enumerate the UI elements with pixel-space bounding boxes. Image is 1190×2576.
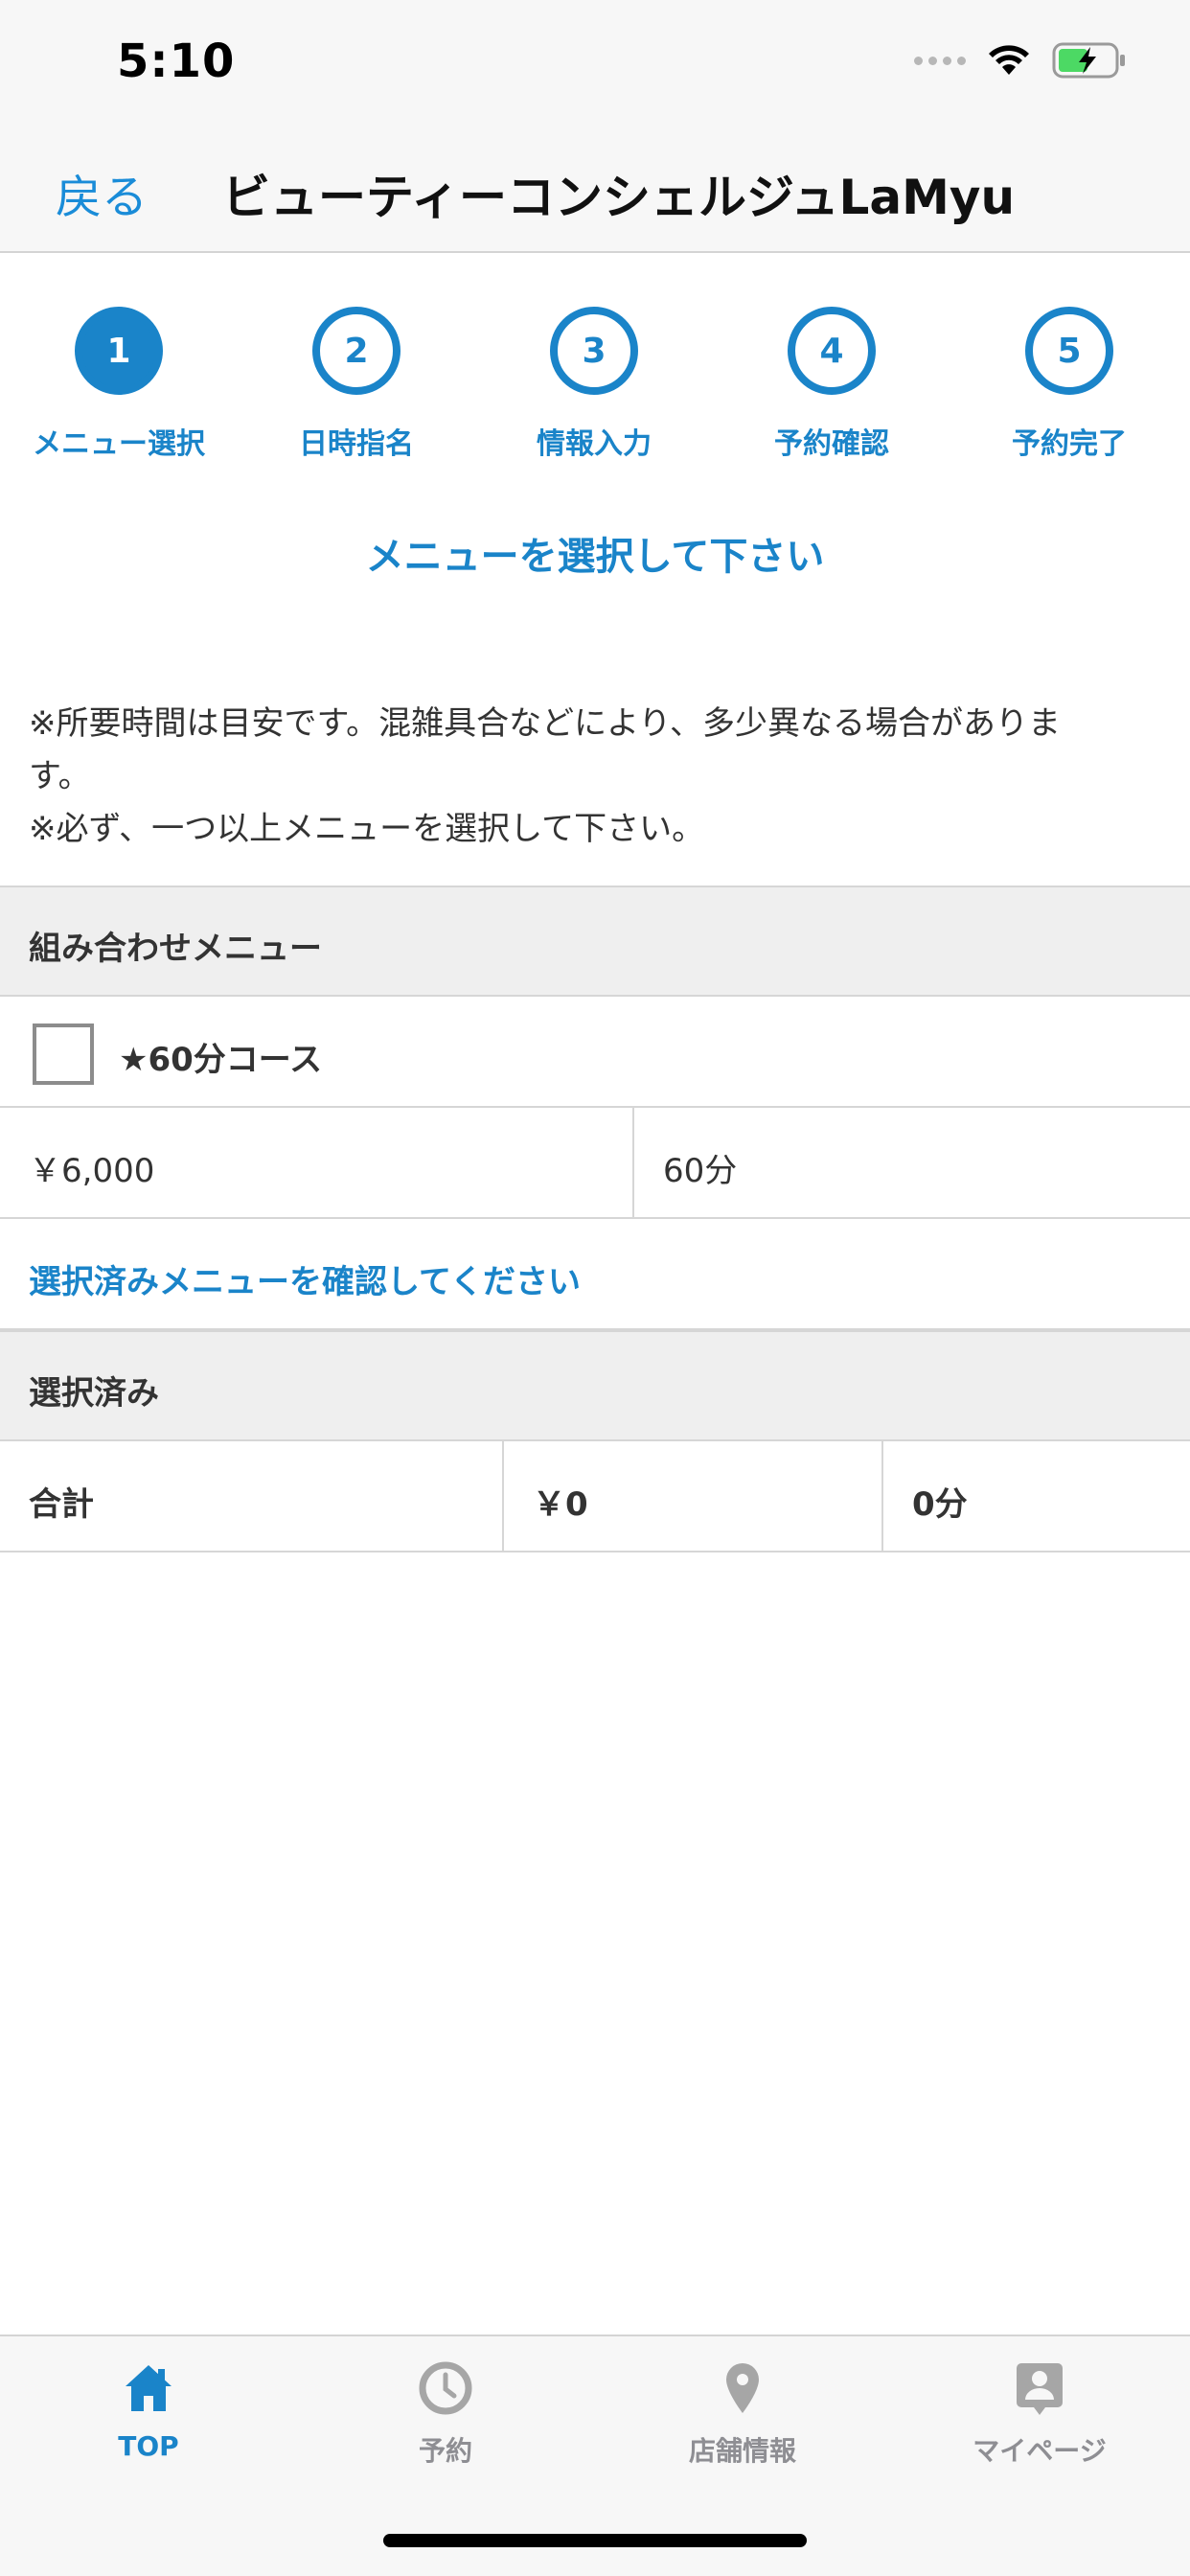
step-4-label: 予約確認 <box>774 427 889 461</box>
course-duration-cell: 60分 <box>634 1108 1190 1217</box>
course-price: ￥6,000 <box>29 1152 155 1190</box>
step-3-label: 情報入力 <box>537 427 652 461</box>
step-5-number: 5 <box>1025 307 1113 395</box>
total-label-cell: 合計 <box>0 1441 504 1551</box>
back-button[interactable]: 戻る <box>56 159 148 226</box>
battery-charging-icon <box>1052 42 1125 79</box>
course-price-cell: ￥6,000 <box>0 1108 634 1217</box>
clock-icon <box>419 2361 472 2415</box>
note-line-3: ※必ず、一つ以上メニューを選択して下さい。 <box>29 810 705 848</box>
home-icon <box>126 2365 172 2411</box>
total-duration: 0分 <box>912 1485 968 1524</box>
step-4-number: 4 <box>788 307 876 395</box>
total-label: 合計 <box>29 1485 94 1524</box>
wifi-icon <box>989 45 1029 75</box>
step-1-number: 1 <box>75 307 163 395</box>
note-line-1: ※所要時間は目安です。混雑具合などにより、多少異なる場合がありま <box>29 704 1062 743</box>
progress-steps: 1 メニュー選択 2 日時指名 3 情報入力 4 予約確認 5 予約完了 <box>0 307 1190 470</box>
course-label: ★60分コース <box>119 1041 323 1079</box>
step-2: 2 日時指名 <box>238 307 475 462</box>
course-duration: 60分 <box>663 1152 738 1190</box>
tab-reservation[interactable]: 予約 <box>297 2359 594 2469</box>
course-row[interactable]: ★60分コース <box>0 997 1190 1108</box>
confirm-selected-link[interactable]: 選択済みメニューを確認してください <box>29 1255 581 1302</box>
step-3-number: 3 <box>550 307 638 395</box>
total-price: ￥0 <box>533 1485 588 1524</box>
status-time: 5:10 <box>117 34 236 88</box>
tab-reservation-label: 予約 <box>418 2435 472 2467</box>
combo-menu-header-label: 組み合わせメニュー <box>29 930 322 968</box>
status-indicators <box>914 42 1127 79</box>
profile-icon <box>1017 2363 1063 2415</box>
signal-icon <box>914 56 966 65</box>
selected-header-label: 選択済み <box>29 1374 159 1413</box>
tab-top-label: TOP <box>118 2430 179 2462</box>
course-detail-row: ￥6,000 60分 <box>0 1108 1190 1219</box>
tab-mypage[interactable]: マイページ <box>891 2359 1188 2469</box>
page-title: ビューティーコンシェルジュLaMyu <box>222 170 1016 225</box>
home-indicator[interactable] <box>383 2534 807 2547</box>
notes: ※所要時間は目安です。混雑具合などにより、多少異なる場合がありま す。 ※必ず、… <box>29 698 1159 856</box>
step-2-number: 2 <box>312 307 400 395</box>
course-checkbox[interactable] <box>33 1024 94 1085</box>
confirm-selected-link-row[interactable]: 選択済みメニューを確認してください <box>0 1219 1190 1330</box>
instruction-text: メニューを選択して下さい <box>365 535 825 579</box>
step-4: 4 予約確認 <box>713 307 950 462</box>
location-pin-icon <box>726 2363 759 2413</box>
combo-menu-header: 組み合わせメニュー <box>0 886 1190 997</box>
note-line-2: す。 <box>29 757 91 795</box>
total-price-cell: ￥0 <box>504 1441 883 1551</box>
step-2-label: 日時指名 <box>299 427 414 461</box>
selected-header: 選択済み <box>0 1330 1190 1441</box>
tab-top[interactable]: TOP <box>0 2359 297 2462</box>
navigation-bar: 戻る ビューティーコンシェルジュLaMyu <box>0 126 1190 253</box>
tab-mypage-label: マイページ <box>973 2435 1107 2467</box>
status-bar: 5:10 <box>0 0 1190 126</box>
total-duration-cell: 0分 <box>883 1441 1190 1551</box>
total-row: 合計 ￥0 0分 <box>0 1441 1190 1552</box>
step-5: 5 予約完了 <box>950 307 1188 462</box>
step-1-label: メニュー選択 <box>33 427 205 461</box>
tab-store-info-label: 店舗情報 <box>688 2435 796 2467</box>
step-1: 1 メニュー選択 <box>0 307 238 462</box>
step-5-label: 予約完了 <box>1012 427 1127 461</box>
tab-store-info[interactable]: 店舗情報 <box>594 2359 891 2469</box>
step-3: 3 情報入力 <box>475 307 713 462</box>
